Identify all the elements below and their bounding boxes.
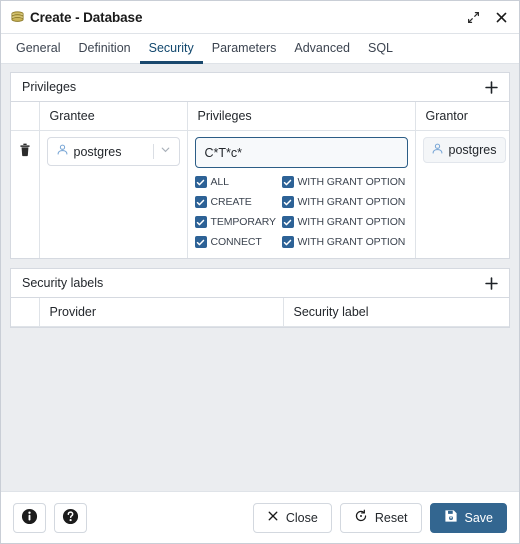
tab-bar: General Definition Security Parameters A… <box>1 34 519 64</box>
window-title: Create - Database <box>30 9 143 25</box>
privilege-grant-all[interactable]: WITH GRANT OPTION <box>281 172 408 192</box>
grantor-value-chip: postgres <box>422 137 507 163</box>
close-button[interactable]: Close <box>252 502 332 533</box>
database-icon <box>10 10 25 25</box>
privilege-option-connect[interactable]: CONNECT <box>194 232 282 252</box>
close-button-label: Close <box>285 510 318 525</box>
grantee-separator <box>152 144 154 159</box>
security-labels-panel-title: Security labels <box>22 276 104 290</box>
add-privilege-button[interactable] <box>482 78 500 96</box>
tab-advanced[interactable]: Advanced <box>285 35 359 64</box>
privilege-checkbox-grid: ALL WITH GRANT OPTION CREATE WITH GRANT … <box>194 172 408 252</box>
privileges-panel-title: Privileges <box>22 80 77 94</box>
x-icon <box>267 510 279 525</box>
privileges-row-delete-cell <box>11 130 40 258</box>
checkbox-with-grant-option-all[interactable] <box>281 176 294 188</box>
privilege-label-connect: CONNECT <box>210 236 262 248</box>
info-button[interactable] <box>13 502 46 533</box>
security-labels-table: Provider Security label <box>11 298 509 327</box>
privilege-option-all[interactable]: ALL <box>194 172 282 192</box>
chevron-down-icon[interactable] <box>159 143 172 161</box>
security-labels-table-head: Provider Security label <box>11 298 509 327</box>
reset-button-label: Reset <box>374 510 408 525</box>
create-database-dialog: Create - Database General Definition Sec… <box>0 0 520 544</box>
user-icon <box>431 142 444 158</box>
save-button-label: Save <box>464 510 494 525</box>
privilege-label-create: CREATE <box>210 196 252 208</box>
security-labels-panel: Security labels Provider Security label <box>10 268 510 328</box>
privileges-panel: Privileges Grantee Privileges Grantor po… <box>10 72 510 259</box>
privileges-col-grantee: Grantee <box>39 102 188 131</box>
titlebar: Create - Database <box>1 1 519 34</box>
tab-parameters[interactable]: Parameters <box>203 35 286 64</box>
save-button[interactable]: Save <box>429 502 507 533</box>
tab-definition[interactable]: Definition <box>69 35 139 64</box>
grant-label-create: WITH GRANT OPTION <box>297 196 406 208</box>
tab-security[interactable]: Security <box>139 35 203 64</box>
privileges-delete-col-header <box>11 102 40 131</box>
grantor-value: postgres <box>448 143 497 157</box>
dialog-footer: Close Reset Save <box>1 491 519 543</box>
security-labels-col-provider: Provider <box>39 298 284 327</box>
privilege-option-temporary[interactable]: TEMPORARY <box>194 212 282 232</box>
privilege-grant-temporary[interactable]: WITH GRANT OPTION <box>281 212 408 232</box>
privileges-col-grantor: Grantor <box>415 102 509 131</box>
expand-icon[interactable] <box>466 10 481 25</box>
privileges-table-body: postgres C*T*c* ALL WITH GRANT OPTION CR… <box>11 130 509 258</box>
help-icon <box>62 508 79 528</box>
info-icon <box>21 508 38 528</box>
security-labels-panel-header: Security labels <box>11 269 509 298</box>
titlebar-left: Create - Database <box>10 10 466 25</box>
checkbox-temporary[interactable] <box>194 216 207 228</box>
tab-general[interactable]: General <box>7 35 69 64</box>
privileges-grantee-cell: postgres <box>39 130 188 258</box>
grant-label-connect: WITH GRANT OPTION <box>297 236 406 248</box>
checkbox-with-grant-option-create[interactable] <box>281 196 294 208</box>
security-tab-panel: Privileges Grantee Privileges Grantor po… <box>1 64 519 491</box>
checkbox-all[interactable] <box>194 176 207 188</box>
grant-label-all: WITH GRANT OPTION <box>297 176 406 188</box>
titlebar-actions <box>466 10 509 25</box>
grant-label-temporary: WITH GRANT OPTION <box>297 216 406 228</box>
privileges-grantor-cell: postgres <box>415 130 509 258</box>
privilege-option-create[interactable]: CREATE <box>194 192 282 212</box>
table-row: postgres C*T*c* ALL WITH GRANT OPTION CR… <box>11 130 509 258</box>
checkbox-with-grant-option-temporary[interactable] <box>281 216 294 228</box>
save-disk-icon <box>444 509 458 526</box>
security-labels-delete-col-header <box>11 298 40 327</box>
privileges-input[interactable] <box>194 137 408 168</box>
help-button[interactable] <box>54 502 87 533</box>
privileges-col-privileges: Privileges <box>187 102 416 131</box>
checkbox-with-grant-option-connect[interactable] <box>281 236 294 248</box>
privilege-grant-create[interactable]: WITH GRANT OPTION <box>281 192 408 212</box>
privileges-header-row: Grantee Privileges Grantor <box>11 102 509 131</box>
privileges-privileges-cell: ALL WITH GRANT OPTION <box>187 130 416 258</box>
reset-icon <box>354 509 368 526</box>
close-icon[interactable] <box>494 10 509 25</box>
privilege-grant-connect[interactable]: WITH GRANT OPTION <box>281 232 408 252</box>
reset-button[interactable]: Reset <box>339 502 422 533</box>
security-labels-header-row: Provider Security label <box>11 298 509 327</box>
add-security-label-button[interactable] <box>482 274 500 292</box>
checkbox-create[interactable] <box>194 196 207 208</box>
grantee-select[interactable]: postgres <box>46 137 180 166</box>
trash-icon[interactable] <box>19 143 31 157</box>
privileges-panel-header: Privileges <box>11 73 509 102</box>
privilege-label-temporary: TEMPORARY <box>210 216 277 228</box>
tab-sql[interactable]: SQL <box>359 35 402 64</box>
user-icon <box>56 143 69 161</box>
privilege-label-all: ALL <box>210 176 229 188</box>
checkbox-connect[interactable] <box>194 236 207 248</box>
privileges-table-head: Grantee Privileges Grantor <box>11 102 509 131</box>
privileges-table: Grantee Privileges Grantor postgres C*T*… <box>11 102 509 258</box>
grantee-value: postgres <box>73 144 122 159</box>
security-labels-col-label: Security label <box>283 298 509 327</box>
